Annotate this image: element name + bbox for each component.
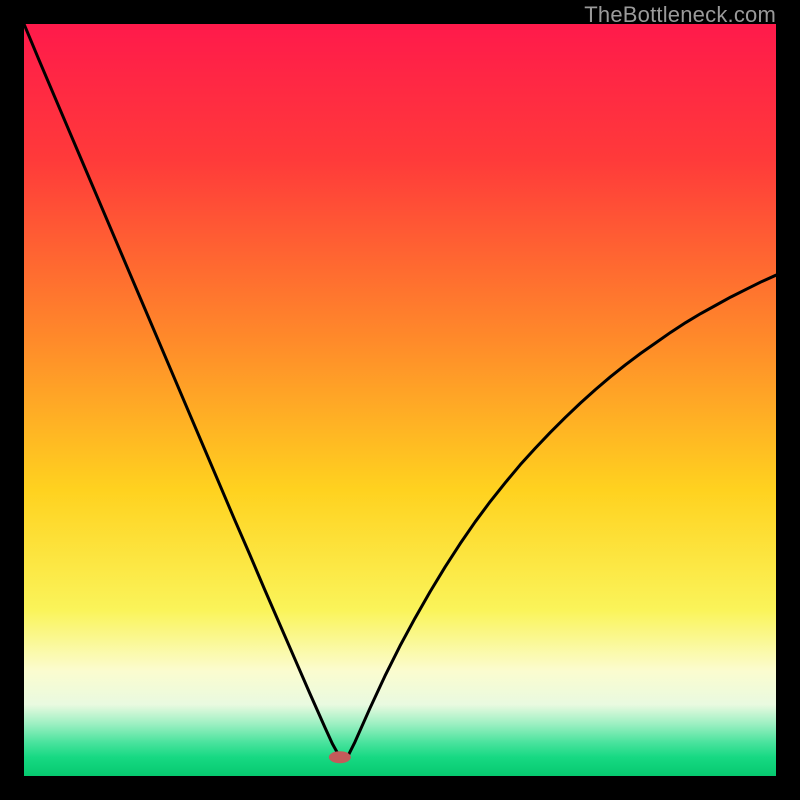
bottleneck-chart xyxy=(24,24,776,776)
gradient-background xyxy=(24,24,776,776)
plot-area xyxy=(24,24,776,776)
chart-frame: TheBottleneck.com xyxy=(0,0,800,800)
optimum-marker xyxy=(329,751,351,763)
